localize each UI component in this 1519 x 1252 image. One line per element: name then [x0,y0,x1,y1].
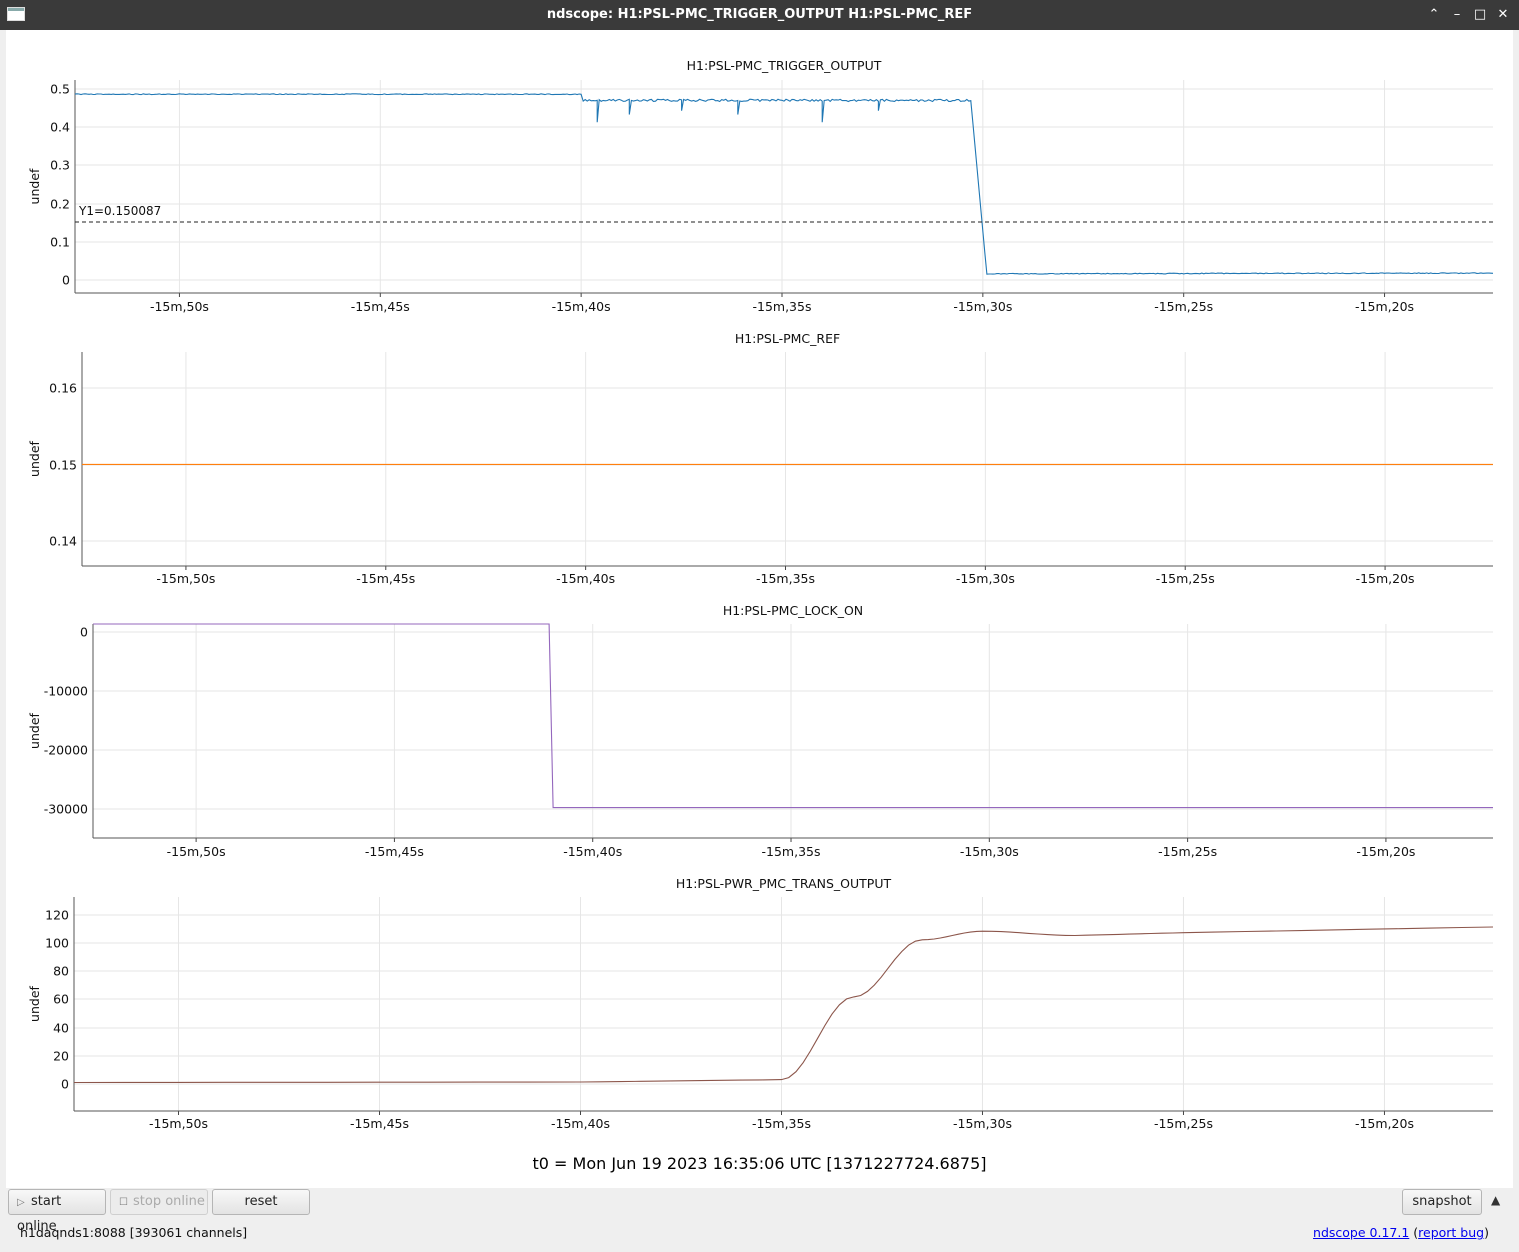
y-axis-label: undef [27,712,42,748]
y-tick-label: 0.2 [50,197,70,212]
x-tick-label: -15m,35s [756,571,815,586]
x-tick-label: -15m,45s [351,299,410,314]
stop-online-button[interactable]: ☐ stop online [110,1189,208,1215]
y-tick-label: 0.15 [49,458,77,473]
snapshot-button[interactable]: snapshot [1402,1189,1482,1215]
status-bar: h1daqnds1:8088 [393061 channels] ndscope… [0,1218,1519,1248]
x-tick-label: -15m,20s [1355,1116,1414,1131]
expand-panel-icon[interactable]: ▲ [1491,1193,1500,1207]
x-tick-label: -15m,40s [552,299,611,314]
y-tick-label: 120 [45,908,69,923]
y-tick-label: 0 [62,273,70,288]
x-tick-label: -15m,40s [551,1116,610,1131]
series-line [75,94,1493,274]
x-tick-label: -15m,50s [156,571,215,586]
x-tick-label: -15m,25s [1154,299,1213,314]
y-tick-label: 0.14 [49,534,77,549]
y-tick-label: 60 [53,992,69,1007]
reset-button[interactable]: reset [212,1189,310,1215]
series-line [74,927,1493,1083]
y-tick-label: 20 [53,1049,69,1064]
x-tick-label: -15m,20s [1355,299,1414,314]
t0-label: t0 = Mon Jun 19 2023 16:35:06 UTC [13712… [0,1154,1519,1173]
y-tick-label: -10000 [44,684,88,699]
toolbar: ▷ start online ☐ stop online reset snapsho… [0,1188,1519,1218]
y-axis-label: undef [27,985,42,1021]
x-tick-label: -15m,30s [956,571,1015,586]
y-tick-label: 0.1 [50,235,70,250]
y-axis-label: undef [27,440,42,476]
x-tick-label: -15m,25s [1158,844,1217,859]
x-tick-label: -15m,35s [762,844,821,859]
y-tick-label: 80 [53,964,69,979]
x-tick-label: -15m,50s [167,844,226,859]
x-tick-label: -15m,45s [356,571,415,586]
x-tick-label: -15m,35s [752,299,811,314]
x-tick-label: -15m,30s [960,844,1019,859]
x-tick-label: -15m,45s [365,844,424,859]
y-tick-label: 0.3 [50,158,70,173]
y-cursor-label: Y1=0.150087 [78,204,161,218]
y-tick-label: 0.16 [49,381,77,396]
x-tick-label: -15m,25s [1154,1116,1213,1131]
start-online-button[interactable]: ▷ start online [8,1189,106,1215]
y-tick-label: -20000 [44,743,88,758]
version-link[interactable]: ndscope 0.17.1 [1313,1225,1409,1240]
x-tick-label: -15m,20s [1356,844,1415,859]
x-tick-label: -15m,40s [563,844,622,859]
x-tick-label: -15m,35s [752,1116,811,1131]
x-tick-label: -15m,30s [953,299,1012,314]
y-tick-label: 0.5 [50,82,70,97]
x-tick-label: -15m,30s [953,1116,1012,1131]
x-tick-label: -15m,50s [149,1116,208,1131]
y-tick-label: 0 [61,1077,69,1092]
y-axis-label: undef [27,168,42,204]
server-status: h1daqnds1:8088 [393061 channels] [20,1225,247,1240]
stop-icon: ☐ [119,1191,133,1215]
x-tick-label: -15m,45s [350,1116,409,1131]
x-tick-label: -15m,40s [556,571,615,586]
y-tick-label: 100 [45,936,69,951]
plot-title: H1:PSL-PMC_LOCK_ON [723,603,863,618]
x-tick-label: -15m,50s [150,299,209,314]
play-icon: ▷ [17,1191,31,1215]
y-tick-label: 0 [80,625,88,640]
y-tick-label: -30000 [44,802,88,817]
plots-canvas[interactable]: -15m,50s -15m,45s -15m,40s -15m,35s -15m,30s… [0,0,1519,1188]
ndscope-window: ndscope: H1:PSL-PMC_TRIGGER_OUTPUT H1:PS… [0,0,1519,1252]
y-tick-label: 0.4 [50,120,70,135]
y-tick-label: 40 [53,1021,69,1036]
plot-title: H1:PSL-PMC_TRIGGER_OUTPUT [687,58,882,73]
series-line [93,624,1493,808]
x-tick-label: -15m,20s [1356,571,1415,586]
plot-title: H1:PSL-PMC_REF [735,331,840,346]
version-info: ndscope 0.17.1 (report bug) [1313,1225,1489,1240]
report-bug-link[interactable]: report bug [1418,1225,1484,1240]
plot-title: H1:PSL-PWR_PMC_TRANS_OUTPUT [676,876,892,891]
x-tick-label: -15m,25s [1156,571,1215,586]
